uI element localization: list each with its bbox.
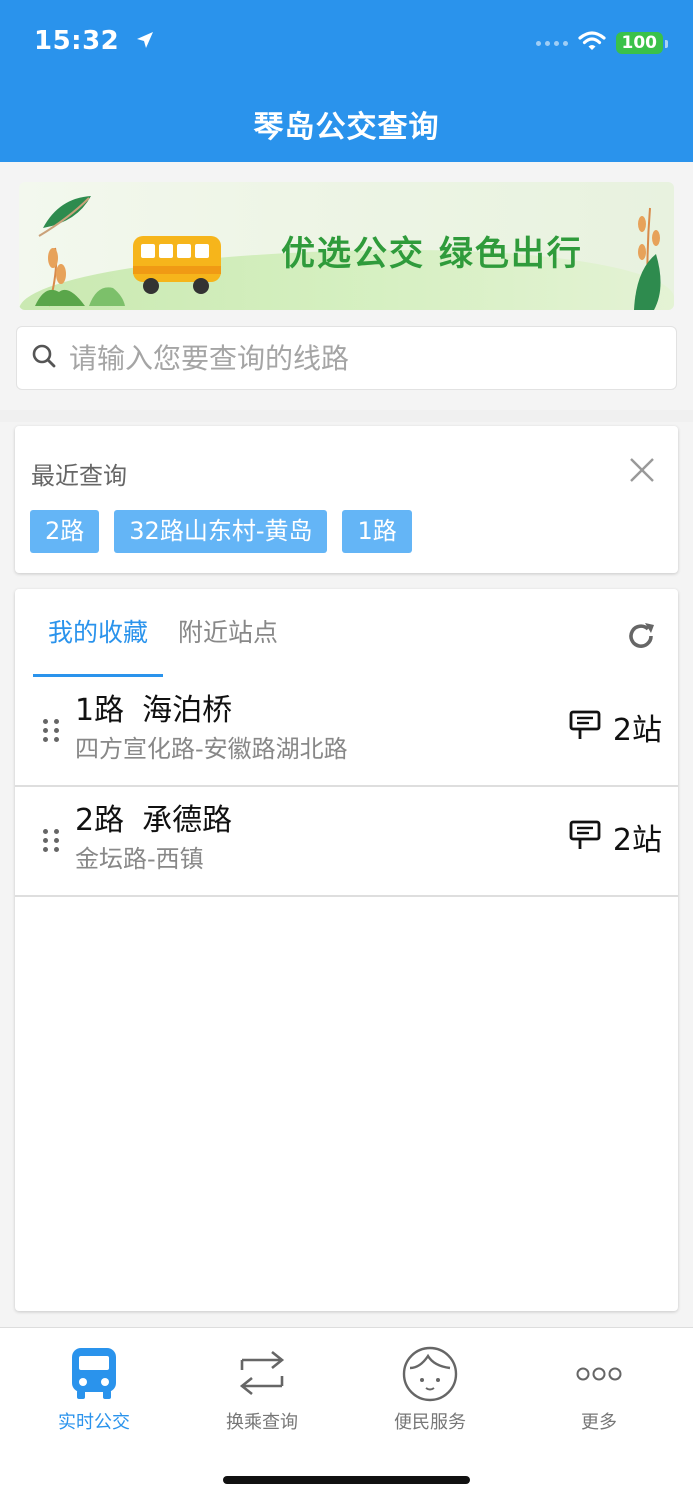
nav-transfer-query[interactable]: 换乘查询 <box>202 1346 322 1434</box>
search-icon <box>31 343 57 373</box>
nav-realtime-bus[interactable]: 实时公交 <box>34 1346 154 1434</box>
arrival-info: 2站 <box>569 705 662 749</box>
cellular-signal-icon <box>535 40 568 46</box>
recent-chip-list: 2路 32路山东村-黄岛 1路 <box>30 510 412 553</box>
bus-stop-sign-icon <box>569 819 601 855</box>
route-number: 2路 <box>75 803 125 838</box>
bus-icon <box>34 1346 154 1402</box>
route-number: 1路 <box>75 693 125 728</box>
nav-label: 换乘查询 <box>226 1412 298 1433</box>
recent-title: 最近查询 <box>31 462 127 490</box>
transfer-icon <box>202 1346 322 1402</box>
arrival-info: 2站 <box>569 815 662 859</box>
more-icon <box>539 1346 659 1402</box>
bus-illustration-icon <box>131 230 227 300</box>
station-name: 承德路 <box>142 803 233 838</box>
nav-label: 实时公交 <box>58 1412 130 1433</box>
route-direction: 四方宣化路-安徽路湖北路 <box>75 735 348 763</box>
clear-recent-close-icon[interactable] <box>628 456 656 488</box>
time-text: 15:32 <box>34 26 120 56</box>
tab-nearby-stops[interactable]: 附近站点 <box>163 589 293 677</box>
favorite-route-row[interactable]: 1路 海泊桥 四方宣化路-安徽路湖北路 2站 <box>15 677 678 787</box>
nav-label: 更多 <box>581 1412 617 1433</box>
page-title: 琴岛公交查询 <box>253 110 440 145</box>
favorites-tabs: 我的收藏 附近站点 <box>33 589 293 677</box>
recent-chip[interactable]: 1路 <box>342 510 412 553</box>
bus-stop-sign-icon <box>569 709 601 745</box>
banner-slogan: 优选公交 绿色出行 <box>281 234 583 274</box>
location-arrow-icon <box>135 27 155 57</box>
bottom-navigation: 实时公交 换乘查询 便民服务 更多 <box>0 1327 693 1500</box>
search-input[interactable] <box>69 341 629 375</box>
promo-banner[interactable]: 优选公交 绿色出行 <box>19 182 674 310</box>
face-icon <box>370 1346 490 1402</box>
refresh-icon[interactable] <box>624 619 658 657</box>
drag-handle-icon[interactable] <box>43 829 60 852</box>
leaf-decoration-icon <box>29 188 139 310</box>
search-bar[interactable] <box>16 326 677 390</box>
nav-more[interactable]: 更多 <box>539 1346 659 1434</box>
route-title: 2路 承德路 <box>75 795 232 839</box>
stops-away: 2站 <box>612 713 662 748</box>
plant-decoration-icon <box>626 198 670 310</box>
status-bar-time: 15:32 <box>34 26 155 57</box>
route-title: 1路 海泊桥 <box>75 685 232 729</box>
home-indicator[interactable] <box>223 1476 470 1484</box>
tab-my-favorites[interactable]: 我的收藏 <box>33 589 164 677</box>
recent-chip[interactable]: 32路山东村-黄岛 <box>114 510 328 553</box>
battery-indicator: 100 <box>615 32 668 54</box>
app-header: 15:32 100 琴岛公交查询 <box>0 0 693 162</box>
stops-away: 2站 <box>612 823 662 858</box>
favorites-card: 我的收藏 附近站点 1路 海泊桥 四方宣化路-安徽路湖北路 2站 2路 承德路 … <box>15 589 678 1311</box>
station-name: 海泊桥 <box>142 693 233 728</box>
favorite-route-row[interactable]: 2路 承德路 金坛路-西镇 2站 <box>15 787 678 897</box>
recent-queries-card: 最近查询 2路 32路山东村-黄岛 1路 <box>15 426 678 573</box>
status-bar-indicators: 100 <box>535 30 668 56</box>
section-divider <box>0 410 693 422</box>
drag-handle-icon[interactable] <box>43 719 60 742</box>
route-direction: 金坛路-西镇 <box>75 845 204 873</box>
nav-public-services[interactable]: 便民服务 <box>370 1346 490 1434</box>
wifi-icon <box>577 30 606 56</box>
recent-chip[interactable]: 2路 <box>30 510 100 553</box>
nav-label: 便民服务 <box>394 1412 466 1433</box>
